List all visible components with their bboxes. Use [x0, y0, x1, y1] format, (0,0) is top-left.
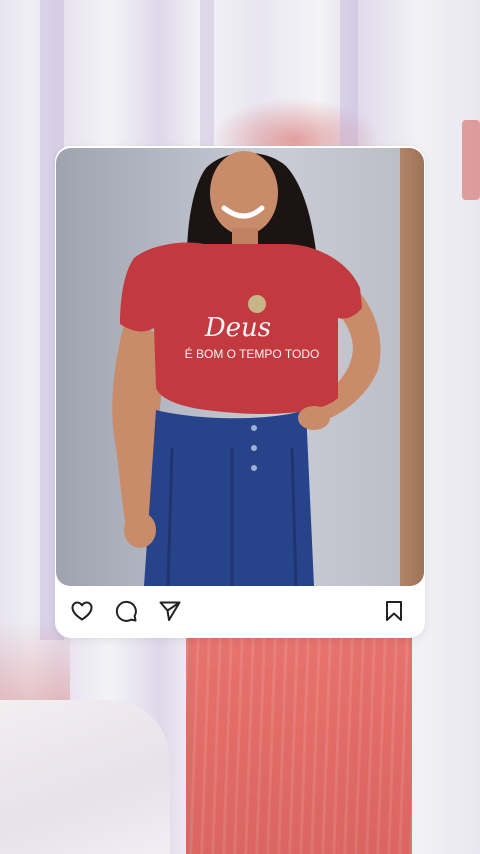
like-button[interactable]	[69, 598, 95, 624]
shirt-text-line2: É BOM O TEMPO TODO	[185, 346, 320, 361]
post-card: Deus É BOM O TEMPO TODO	[55, 146, 425, 638]
post-actions-bar	[55, 592, 425, 632]
background-skirt	[186, 630, 412, 854]
share-button[interactable]	[157, 598, 183, 624]
comment-button[interactable]	[113, 598, 139, 624]
heart-icon	[70, 599, 94, 623]
send-icon	[158, 599, 182, 623]
woman-figure: Deus É BOM O TEMPO TODO	[112, 151, 381, 586]
save-button[interactable]	[381, 598, 407, 624]
bookmark-icon	[382, 599, 406, 623]
shirt-text-line1: Deus	[204, 313, 271, 343]
background-stool	[0, 700, 170, 854]
post-photo[interactable]: Deus É BOM O TEMPO TODO	[56, 148, 424, 586]
comment-icon	[114, 599, 138, 623]
